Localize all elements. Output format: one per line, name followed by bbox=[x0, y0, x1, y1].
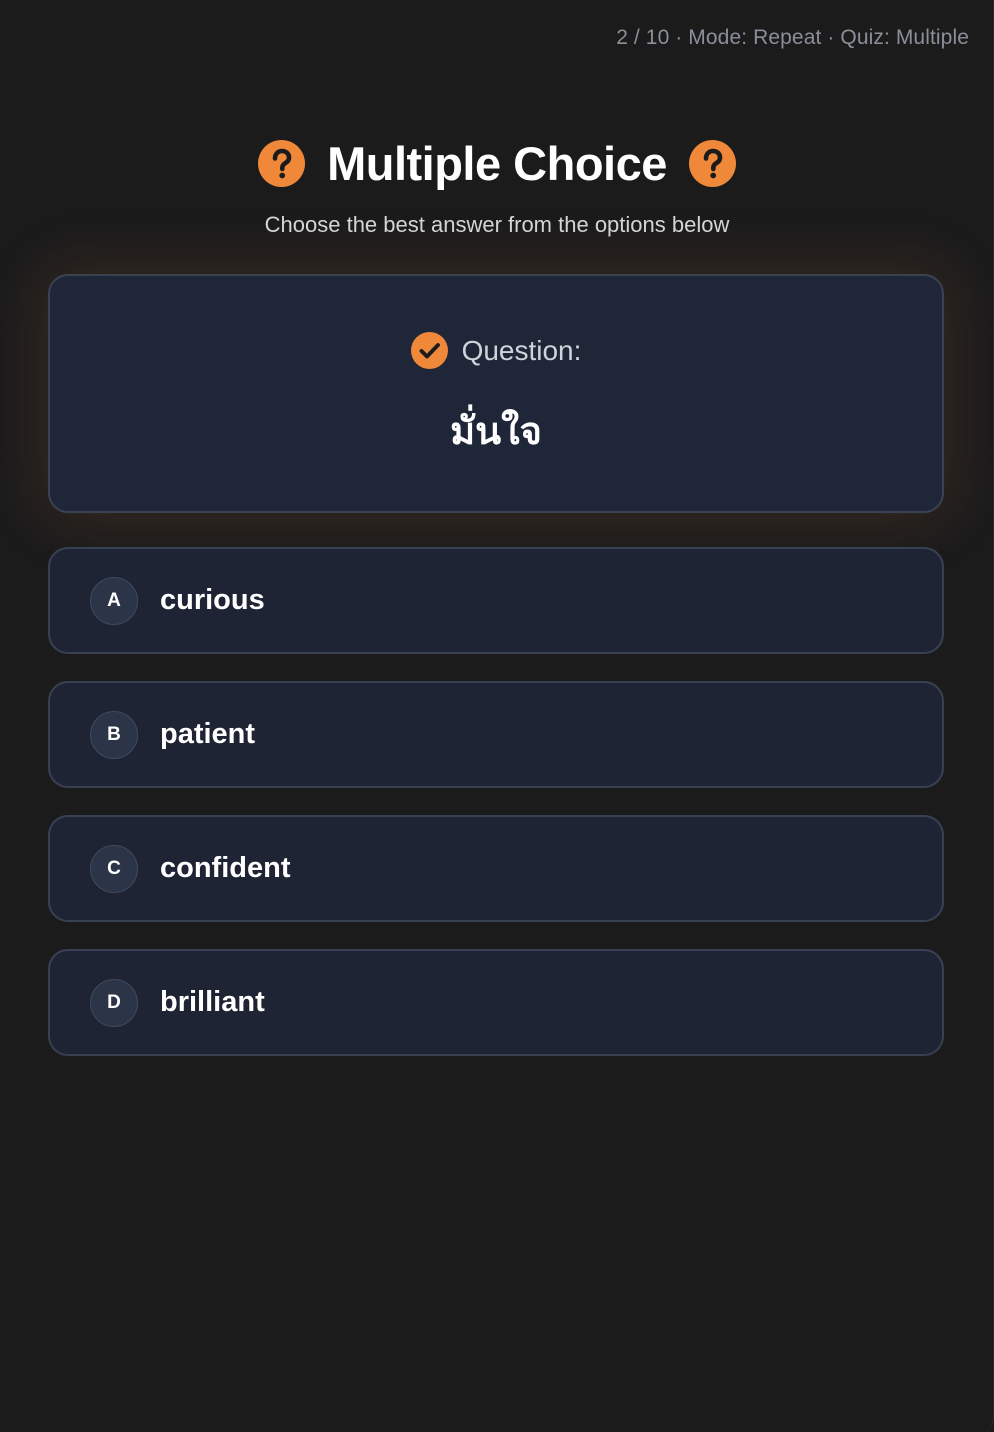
option-c-button[interactable]: C confident bbox=[48, 815, 944, 922]
check-circle-icon bbox=[410, 332, 448, 369]
option-text: patient bbox=[160, 718, 256, 750]
page-title: Multiple Choice bbox=[327, 137, 667, 190]
option-letter-badge: A bbox=[90, 576, 138, 625]
title-row: Multiple Choice bbox=[0, 136, 994, 191]
progress-status: 2 / 10 · Mode: Repeat · Quiz: Multiple bbox=[616, 26, 969, 49]
option-d-button[interactable]: D brilliant bbox=[48, 949, 944, 1056]
page-subtitle: Choose the best answer from the options … bbox=[264, 212, 730, 237]
question-card: Question: มั่นใจ bbox=[48, 274, 944, 513]
option-letter-badge: C bbox=[90, 844, 138, 893]
quiz-window: 2 / 10 · Mode: Repeat · Quiz: Multiple M… bbox=[0, 0, 994, 1432]
option-letter-badge: B bbox=[90, 710, 138, 759]
question-circle-icon bbox=[688, 140, 736, 187]
option-text: brilliant bbox=[160, 986, 265, 1018]
question-label: Question: bbox=[461, 334, 582, 366]
option-text: confident bbox=[160, 852, 291, 884]
option-b-button[interactable]: B patient bbox=[48, 681, 944, 788]
question-label-row: Question: bbox=[50, 332, 942, 369]
option-text: curious bbox=[160, 584, 265, 616]
option-letter-badge: D bbox=[90, 978, 138, 1027]
question-circle-icon bbox=[258, 140, 306, 187]
option-a-button[interactable]: A curious bbox=[48, 547, 944, 654]
question-word: มั่นใจ bbox=[450, 409, 542, 453]
